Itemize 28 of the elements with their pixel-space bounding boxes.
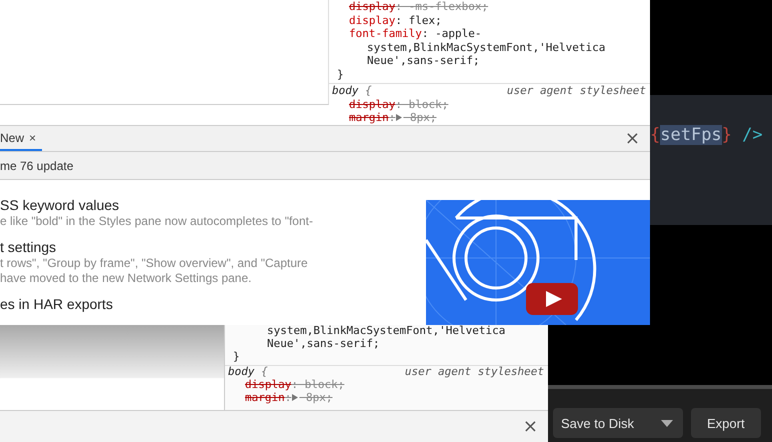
css-declaration: display: block; bbox=[349, 98, 448, 110]
code-line: {setFps} /> bbox=[650, 125, 763, 145]
css-selector: body { bbox=[228, 366, 268, 380]
feature-title: es in HAR exports bbox=[0, 296, 114, 313]
save-dropdown[interactable]: Save to Disk bbox=[553, 408, 683, 438]
export-button[interactable]: Export bbox=[691, 408, 761, 438]
css-declaration: font-family: -apple- bbox=[349, 27, 482, 40]
css-declaration: margin: 8px; bbox=[245, 390, 332, 404]
feature-title: SS keyword values bbox=[0, 197, 120, 214]
release-title: me 76 update bbox=[0, 158, 74, 172]
css-selector: body { bbox=[332, 84, 372, 98]
css-line: } bbox=[337, 68, 344, 80]
stylesheet-origin: user agent stylesheet bbox=[506, 84, 646, 98]
css-line: } bbox=[233, 350, 240, 363]
css-line: system,BlinkMacSystemFont,'Helvetica bbox=[367, 40, 606, 54]
feature-title: t settings bbox=[0, 239, 58, 256]
css-line: Neue',sans-serif; bbox=[267, 336, 380, 350]
css-declaration: margin: 8px; bbox=[349, 111, 436, 124]
close-button[interactable]: × bbox=[518, 418, 542, 436]
css-line: Neue',sans-serif; bbox=[367, 54, 480, 67]
css-declaration: display: flex; bbox=[349, 14, 442, 26]
css-declaration: display: block; bbox=[245, 378, 344, 392]
css-line: system,BlinkMacSystemFont,'Helvetica bbox=[267, 325, 506, 337]
close-button[interactable]: × bbox=[620, 126, 644, 151]
feature-description: t rows", "Group by frame", "Show overview", and "Capture have moved to the new Network Settings pane. bbox=[0, 256, 309, 286]
stylesheet-origin: user agent stylesheet bbox=[404, 366, 544, 380]
css-declaration: display: -ms-flexbox; bbox=[349, 0, 488, 13]
feature-description: e like "bold" in the Styles pane now autocompletes to "font- bbox=[0, 214, 313, 229]
